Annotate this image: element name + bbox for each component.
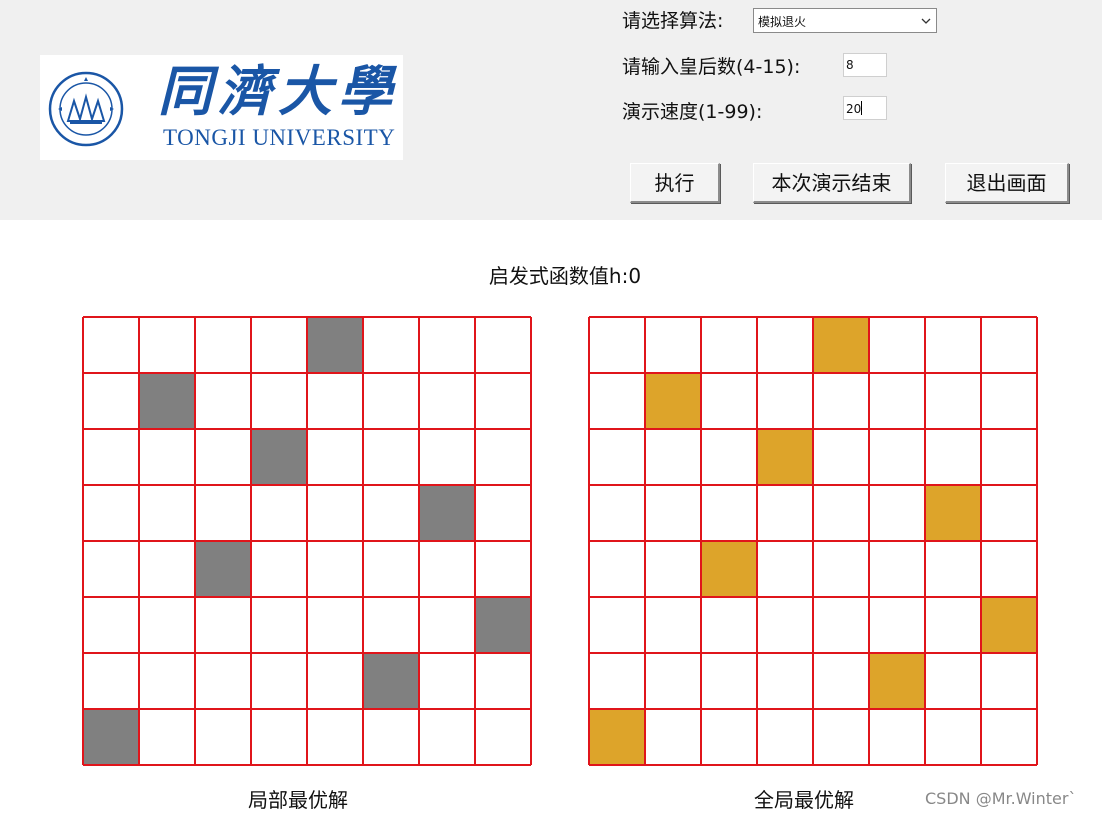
local-queen-r3-c6: [419, 485, 475, 541]
queens-count-input[interactable]: 8: [843, 53, 887, 77]
global-board-grid: [588, 316, 1038, 766]
global-queen-r6-c5: [869, 653, 925, 709]
algorithm-selected-value: 模拟退火: [758, 15, 807, 29]
algorithm-label: 请选择算法:: [622, 10, 724, 32]
execute-button[interactable]: 执行: [630, 163, 720, 203]
local-optimum-board: [82, 316, 534, 768]
text-caret: [861, 101, 863, 115]
local-queen-r4-c2: [195, 541, 251, 597]
chevron-down-icon: [921, 18, 931, 24]
local-queen-r2-c3: [251, 429, 307, 485]
local-queen-r7-c0: [83, 709, 139, 765]
global-queen-r4-c2: [701, 541, 757, 597]
global-queen-r0-c4: [813, 317, 869, 373]
tongji-logo: 同濟大學 TONGJI UNIVERSITY: [40, 55, 403, 160]
global-queen-r2-c3: [757, 429, 813, 485]
local-board-grid: [82, 316, 532, 766]
speed-label: 演示速度(1-99):: [622, 101, 763, 123]
logo-english-name: TONGJI UNIVERSITY: [163, 125, 396, 150]
logo-chinese-name: 同濟大學: [158, 59, 398, 123]
global-optimum-board: [588, 316, 1040, 768]
algorithm-select[interactable]: 模拟退火: [753, 8, 937, 33]
local-queen-r6-c5: [363, 653, 419, 709]
local-optimum-caption: 局部最优解: [248, 788, 348, 812]
local-queen-r1-c1: [139, 373, 195, 429]
speed-input[interactable]: 20: [843, 96, 887, 120]
local-queen-r5-c7: [475, 597, 531, 653]
exit-button[interactable]: 退出画面: [945, 163, 1069, 203]
heuristic-value: 启发式函数值h:0: [488, 264, 642, 288]
global-queen-r5-c7: [981, 597, 1037, 653]
global-queen-r3-c6: [925, 485, 981, 541]
watermark: CSDN @Mr.Winter`: [925, 789, 1077, 808]
local-queen-r0-c4: [307, 317, 363, 373]
end-demo-button[interactable]: 本次演示结束: [753, 163, 911, 203]
global-queen-r7-c0: [589, 709, 645, 765]
control-panel: 同濟大學 TONGJI UNIVERSITY 请选择算法: 模拟退火 请输入皇后…: [0, 0, 1102, 220]
global-optimum-caption: 全局最优解: [754, 788, 854, 812]
queens-label: 请输入皇后数(4-15):: [622, 56, 801, 78]
global-queen-r1-c1: [645, 373, 701, 429]
university-seal-icon: [48, 71, 124, 147]
